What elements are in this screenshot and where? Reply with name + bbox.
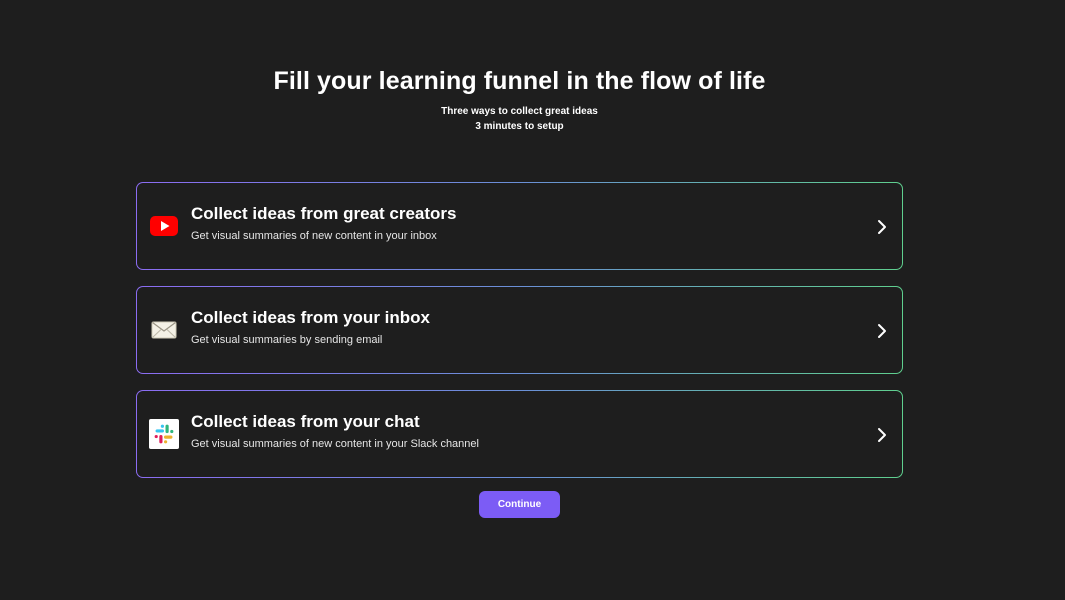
chevron-right-icon xyxy=(874,425,890,445)
option-description: Get visual summaries of new content in y… xyxy=(191,230,437,242)
setup-time-note: 3 minutes to setup xyxy=(475,121,564,132)
option-title: Collect ideas from your chat xyxy=(191,412,420,431)
option-title: Collect ideas from great creators xyxy=(191,204,457,223)
option-description: Get visual summaries by sending email xyxy=(191,334,383,346)
option-card-creators[interactable]: Collect ideas from great creators Get vi… xyxy=(136,182,903,270)
page-subtitle: Three ways to collect great ideas xyxy=(441,106,598,117)
option-card-chat[interactable]: Collect ideas from your chat Get visual … xyxy=(136,390,903,478)
youtube-icon xyxy=(149,211,179,241)
option-description: Get visual summaries of new content in y… xyxy=(191,438,479,450)
option-title: Collect ideas from your inbox xyxy=(191,308,430,327)
onboarding-page: Fill your learning funnel in the flow of… xyxy=(0,0,1065,600)
option-card-inbox[interactable]: Collect ideas from your inbox Get visual… xyxy=(136,286,903,374)
chevron-right-icon xyxy=(874,217,890,237)
continue-button[interactable]: Continue xyxy=(479,491,560,518)
envelope-icon xyxy=(149,315,179,345)
chevron-right-icon xyxy=(874,321,890,341)
slack-icon xyxy=(149,419,179,449)
page-title: Fill your learning funnel in the flow of… xyxy=(273,67,766,95)
